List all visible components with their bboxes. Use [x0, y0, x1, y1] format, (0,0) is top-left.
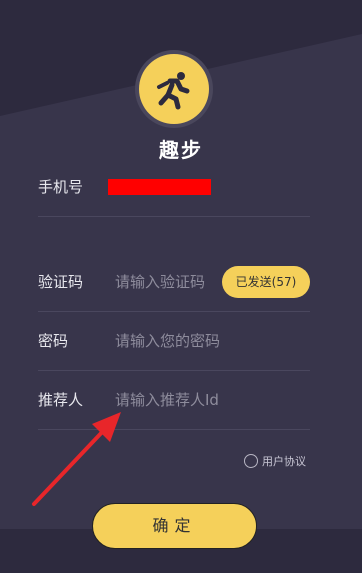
phone-label: 手机号 — [38, 178, 84, 196]
password-row: 密码 — [38, 312, 310, 371]
code-row: 验证码 已发送(57) — [38, 253, 310, 312]
password-input[interactable] — [115, 312, 255, 370]
agreement-checkbox[interactable]: 用户协议 — [244, 452, 306, 470]
password-label: 密码 — [38, 332, 69, 350]
logo-circle — [139, 54, 209, 124]
phone-row: 手机号 — [38, 158, 310, 217]
referrer-input[interactable] — [115, 371, 255, 429]
agreement-link[interactable]: 用户协议 — [262, 453, 306, 469]
running-person-icon — [157, 72, 190, 110]
agreement-radio-icon[interactable] — [244, 454, 258, 468]
confirm-button[interactable]: 确定 — [92, 503, 257, 549]
code-input[interactable] — [115, 253, 225, 311]
code-label: 验证码 — [38, 273, 84, 291]
referrer-label: 推荐人 — [38, 391, 84, 409]
send-code-button[interactable]: 已发送(57) — [222, 266, 310, 298]
phone-field-redacted[interactable] — [108, 179, 211, 195]
app-logo — [135, 50, 213, 128]
referrer-row: 推荐人 — [38, 371, 310, 430]
